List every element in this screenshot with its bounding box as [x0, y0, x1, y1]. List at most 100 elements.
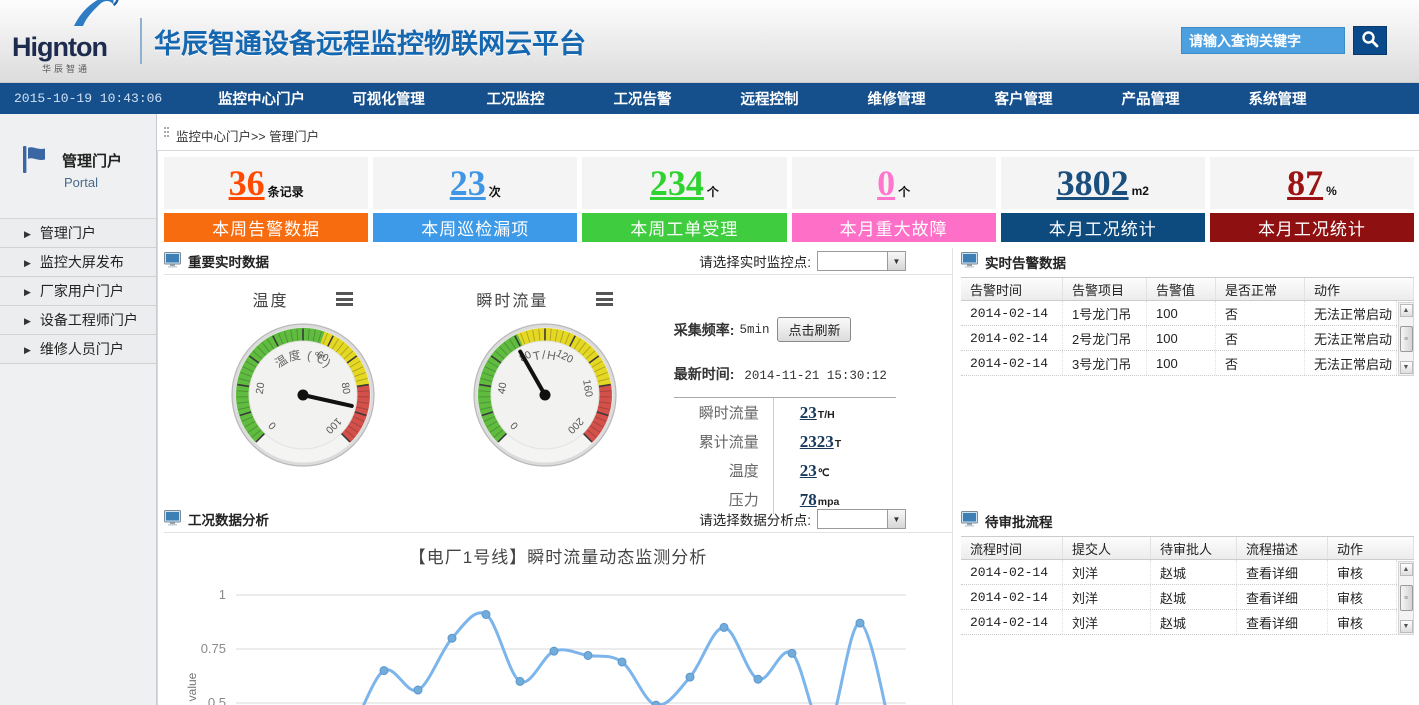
- svg-text:0.5: 0.5: [208, 695, 226, 705]
- svg-text:T/H: T/H: [532, 348, 558, 364]
- stat-card-value-area: 3802m2: [1001, 157, 1205, 209]
- table-row: 2014-02-14刘洋赵城查看详细审核: [961, 610, 1397, 635]
- sidebar-item[interactable]: ▶监控大屏发布: [0, 248, 156, 277]
- reading-value: 78: [800, 490, 817, 510]
- chevron-down-icon: ▼: [887, 509, 906, 529]
- table-cell: 2014-02-14: [961, 301, 1063, 325]
- nav-item[interactable]: 系统管理: [1214, 88, 1341, 109]
- stat-label-bar: 本周巡检漏项: [373, 213, 577, 242]
- arrow-right-icon: ▶: [24, 258, 31, 268]
- nav-item[interactable]: 远程控制: [706, 88, 833, 109]
- scroll-up-icon[interactable]: ▲: [1400, 304, 1413, 317]
- action-link[interactable]: 查看详细: [1237, 560, 1328, 584]
- stat-unit: 个: [898, 183, 910, 200]
- table-row: 2014-02-143号龙门吊100否无法正常启动: [961, 351, 1397, 376]
- nav-item[interactable]: 可视化管理: [325, 88, 452, 109]
- refresh-button[interactable]: 点击刷新: [777, 317, 851, 342]
- sidebar: 管理门户 Portal ▶管理门户▶监控大屏发布▶厂家用户门户▶设备工程师门户▶…: [0, 114, 157, 705]
- scrollbar[interactable]: ▲ ≡ ▼: [1398, 561, 1414, 635]
- nav-item[interactable]: 工况告警: [579, 88, 706, 109]
- sidebar-item[interactable]: ▶管理门户: [0, 219, 156, 248]
- reading-label: 温度: [674, 456, 774, 485]
- page-title: 华辰智通设备远程监控物联网云平台: [154, 22, 586, 61]
- column-header: 动作: [1305, 278, 1414, 300]
- sidebar-item[interactable]: ▶设备工程师门户: [0, 306, 156, 335]
- action-link[interactable]: 查看详细: [1237, 610, 1328, 634]
- table-cell: 2014-02-14: [961, 351, 1063, 375]
- table-row: 2014-02-141号龙门吊100否无法正常启动: [961, 301, 1397, 326]
- breadcrumb-icon: [164, 127, 169, 143]
- sidebar-item[interactable]: ▶厂家用户门户: [0, 277, 156, 306]
- monitor-icon: [164, 252, 181, 271]
- section-title: 重要实时数据: [188, 251, 269, 271]
- table-cell: 刘洋: [1063, 560, 1151, 584]
- right-column: 实时告警数据 告警时间告警项目告警值是否正常动作 2014-02-141号龙门吊…: [953, 248, 1414, 705]
- table-body: 2014-02-141号龙门吊100否无法正常启动2014-02-142号龙门吊…: [961, 301, 1397, 376]
- svg-text:20: 20: [254, 381, 268, 395]
- stat-label-bar: 本周告警数据: [164, 213, 368, 242]
- title-divider: [140, 18, 142, 64]
- column-header: 告警值: [1147, 278, 1216, 300]
- app-header: Hignton 华辰智通 华辰智通设备远程监控物联网云平台: [0, 0, 1419, 83]
- stat-label-bar: 本周工单受理: [582, 213, 786, 242]
- table-cell: 2014-02-14: [961, 610, 1063, 634]
- approval-section-header: 待审批流程: [961, 507, 1414, 534]
- stat-value: 0: [877, 165, 895, 201]
- deer-logo-icon: [68, 0, 122, 33]
- nav-item[interactable]: 工况监控: [452, 88, 579, 109]
- collect-rate-label: 采集频率:: [674, 320, 735, 340]
- scroll-thumb[interactable]: ≡: [1400, 585, 1413, 611]
- column-header: 告警项目: [1063, 278, 1147, 300]
- realtime-readings-panel: 采集频率: 5min 点击刷新 最新时间: 2014-11-21 15:30:1…: [674, 287, 952, 500]
- arrow-right-icon: ▶: [24, 345, 31, 355]
- action-link[interactable]: 审核: [1328, 585, 1397, 609]
- left-column: 重要实时数据 请选择实时监控点: ▼ 温度: [164, 248, 953, 705]
- search-input[interactable]: [1181, 27, 1345, 54]
- chart-menu-icon[interactable]: [596, 292, 613, 306]
- table-row: 2014-02-14刘洋赵城查看详细审核: [961, 560, 1397, 585]
- breadcrumb: 监控中心门户>> 管理门户: [157, 120, 1419, 150]
- action-link[interactable]: 查看详细: [1237, 585, 1328, 609]
- scroll-down-icon[interactable]: ▼: [1400, 361, 1413, 374]
- stat-label-bar: 本月工况统计: [1210, 213, 1414, 242]
- table-cell: 1号龙门吊: [1063, 301, 1147, 325]
- scrollbar[interactable]: ▲ ≡ ▼: [1398, 302, 1414, 376]
- table-cell: 否: [1216, 301, 1305, 325]
- table-header: 告警时间告警项目告警值是否正常动作: [961, 277, 1414, 301]
- nav-item[interactable]: 客户管理: [960, 88, 1087, 109]
- stat-card[interactable]: 36条记录本周告警数据: [164, 157, 368, 242]
- monitor-point-select[interactable]: ▼: [817, 251, 906, 271]
- column-header: 是否正常: [1216, 278, 1305, 300]
- scroll-down-icon[interactable]: ▼: [1400, 620, 1413, 633]
- stat-card[interactable]: 0个本月重大故障: [792, 157, 996, 242]
- stat-card[interactable]: 3802m2本月工况统计: [1001, 157, 1205, 242]
- nav-item[interactable]: 监控中心门户: [198, 88, 325, 109]
- sidebar-item-label: 管理门户: [40, 225, 96, 241]
- stat-value: 36: [229, 165, 265, 201]
- scroll-up-icon[interactable]: ▲: [1400, 563, 1413, 576]
- scroll-thumb[interactable]: ≡: [1400, 326, 1413, 352]
- chart-menu-icon[interactable]: [336, 292, 353, 306]
- action-link[interactable]: 审核: [1328, 560, 1397, 584]
- reading-value: 23: [800, 461, 817, 481]
- temperature-gauge: 0206080100温度 (℃): [228, 320, 378, 470]
- action-link[interactable]: 审核: [1328, 610, 1397, 634]
- portal-subtitle: Portal: [64, 175, 122, 190]
- column-header: 待审批人: [1151, 537, 1237, 559]
- nav-item[interactable]: 产品管理: [1087, 88, 1214, 109]
- table-cell: 否: [1216, 351, 1305, 375]
- table-cell: 2014-02-14: [961, 326, 1063, 350]
- sidebar-item[interactable]: ▶维修人员门户: [0, 335, 156, 364]
- stat-card[interactable]: 234个本周工单受理: [582, 157, 786, 242]
- analysis-point-select[interactable]: ▼: [817, 509, 906, 529]
- nav-item[interactable]: 维修管理: [833, 88, 960, 109]
- stat-card[interactable]: 23次本周巡检漏项: [373, 157, 577, 242]
- content-frame: 36条记录本周告警数据23次本周巡检漏项234个本周工单受理0个本月重大故障38…: [157, 150, 1419, 705]
- table-cell: 无法正常启动: [1305, 326, 1397, 350]
- reading-label: 累计流量: [674, 427, 774, 456]
- search-button[interactable]: [1353, 26, 1387, 55]
- section-title: 实时告警数据: [985, 252, 1066, 272]
- stat-card[interactable]: 87%本月工况统计: [1210, 157, 1414, 242]
- alarm-section-header: 实时告警数据: [961, 248, 1414, 275]
- chevron-down-icon: ▼: [887, 251, 906, 271]
